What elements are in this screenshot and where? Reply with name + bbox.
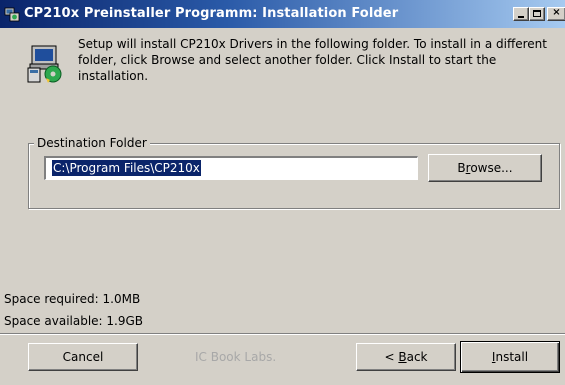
brand-label: IC Book Labs.: [195, 350, 277, 364]
setup-icon: [27, 45, 62, 83]
title-bar[interactable]: CP210x Preinstaller Programm: Installati…: [0, 0, 565, 28]
close-icon: ×: [552, 7, 561, 18]
maximize-button[interactable]: [529, 7, 545, 21]
footer-divider: [0, 333, 565, 335]
space-required: Space required: 1.0MB: [4, 292, 141, 306]
back-label-mnemonic: B: [398, 350, 407, 364]
installer-icon: [4, 7, 20, 22]
browse-label-post: owse...: [470, 161, 513, 175]
back-button[interactable]: < Back: [356, 343, 456, 371]
cancel-button[interactable]: Cancel: [28, 343, 138, 371]
intro-text: Setup will install CP210x Drivers in the…: [78, 37, 547, 83]
maximize-icon: [533, 10, 541, 17]
close-button[interactable]: ×: [547, 7, 565, 21]
browse-button[interactable]: Browse...: [428, 154, 542, 182]
browse-label-pre: B: [457, 161, 466, 175]
install-button[interactable]: Install: [460, 341, 560, 373]
minimize-button[interactable]: [513, 7, 529, 21]
back-label-pre: <: [384, 350, 399, 364]
minimize-icon: [518, 16, 524, 18]
install-label-post: nstall: [495, 350, 529, 364]
space-available: Space available: 1.9GB: [4, 314, 144, 328]
destination-folder-value: C:\Program Files\CP210x: [52, 160, 201, 176]
back-label-post: ack: [406, 350, 428, 364]
destination-folder-label: Destination Folder: [34, 136, 150, 150]
window-title: CP210x Preinstaller Programm: Installati…: [24, 6, 399, 21]
